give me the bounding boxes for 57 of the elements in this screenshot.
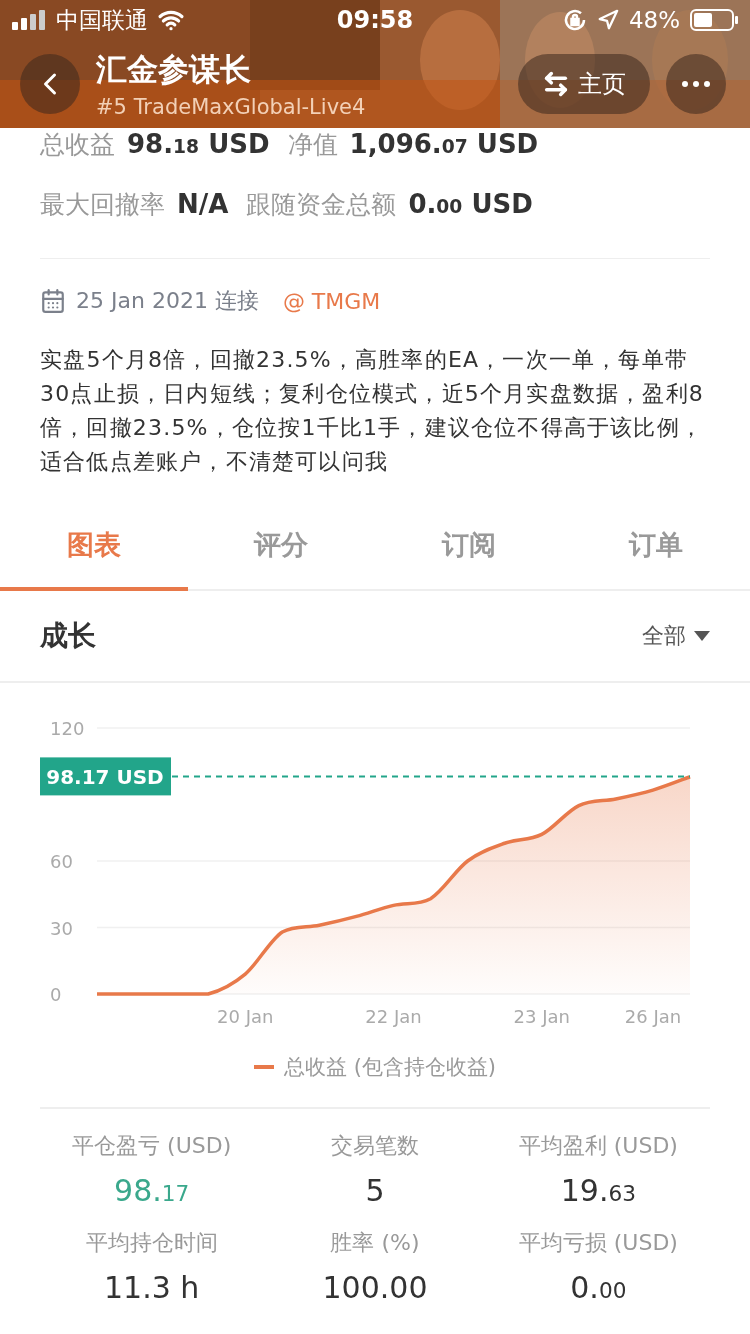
stat-value: 11.3 h xyxy=(104,1270,200,1305)
axis-label: 26 Jan xyxy=(624,1006,682,1027)
chart-tab[interactable]: 订单 xyxy=(562,503,750,591)
back-button[interactable] xyxy=(20,54,80,114)
more-button[interactable] xyxy=(666,54,726,114)
summary-value: 1,096.07 USD xyxy=(349,129,539,159)
legend-swatch xyxy=(253,1065,274,1069)
axis-label: 30 xyxy=(50,917,73,939)
axis-label: 0 xyxy=(50,984,62,1005)
axis-label: 60 xyxy=(50,851,73,872)
broker-link[interactable]: @ TMGM xyxy=(282,288,381,314)
swap-arrows-icon xyxy=(542,70,570,98)
location-icon xyxy=(596,9,619,31)
stat-label: 胜率 (%) xyxy=(330,1229,420,1257)
legend-label: 总收益 (包含持仓收益) xyxy=(283,1054,497,1081)
range-dropdown[interactable]: 全部 xyxy=(642,621,710,651)
summary-value: N/A xyxy=(177,189,229,219)
summary-label: 总收益 xyxy=(40,129,115,161)
axis-label: 20 Jan xyxy=(217,1006,274,1027)
summary-label: 跟随资金总额 xyxy=(246,189,397,221)
summary-label: 净值 xyxy=(287,129,338,161)
page-title: 汇金参谋长 xyxy=(96,50,252,89)
summary-value: 0.00 USD xyxy=(408,189,533,219)
stat-value: 98.17 xyxy=(114,1173,190,1208)
account-subtitle: #5 TradeMaxGlobal-Live4 xyxy=(96,95,367,119)
status-time: 09:58 xyxy=(335,6,415,34)
stat-label: 交易笔数 xyxy=(331,1132,419,1160)
stat-label: 平仓盈亏 (USD) xyxy=(72,1132,232,1160)
stat-label: 平均持仓时间 xyxy=(85,1229,218,1257)
more-icon xyxy=(682,81,710,87)
caret-icon xyxy=(694,631,710,641)
chart-tab[interactable]: 订阅 xyxy=(375,503,563,591)
battery-icon xyxy=(690,9,738,31)
chart-tab[interactable]: 图表 xyxy=(0,503,188,591)
chart-tab[interactable]: 评分 xyxy=(187,503,375,591)
ref-line-label: 98.17 USD xyxy=(46,765,164,790)
stat-value: 19.63 xyxy=(560,1173,636,1208)
reference-line: 98.17 USD xyxy=(40,757,691,796)
signal-icon xyxy=(12,10,46,30)
stat-label: 平均盈利 (USD) xyxy=(518,1132,678,1160)
section-title: 成长 xyxy=(40,618,96,654)
carrier-name: 中国联通 xyxy=(56,5,148,35)
summary-label: 最大回撤率 xyxy=(40,189,165,221)
stat-value: 0.00 xyxy=(570,1270,627,1305)
axis-label: 22 Jan xyxy=(365,1006,422,1027)
stat-label: 平均亏损 (USD) xyxy=(518,1229,678,1257)
stat-value: 5 xyxy=(365,1173,385,1208)
summary-value: 98.18 USD xyxy=(127,129,270,159)
axis-label: 23 Jan xyxy=(513,1006,570,1027)
connect-date: 25 Jan 2021 连接 xyxy=(76,287,259,315)
rotation-lock-icon xyxy=(562,8,587,32)
stat-value: 100.00 xyxy=(322,1270,428,1305)
strategy-description: 实盘5个月8倍，回撤23.5%，高胜率的EA，一次一单，每单带30点止损，日内短线；复利仓位模式，近5个月实盘数据，盈利8倍，回撤23.5%，仓位按1千比1手，建议仓位不得高于该比例，适合低点差账户，不清楚可以问我 xyxy=(40,346,705,476)
battery-percent: 48% xyxy=(628,7,680,33)
home-button[interactable]: 主页 xyxy=(518,54,650,114)
calendar-icon xyxy=(40,288,66,314)
axis-label: 120 xyxy=(50,718,85,739)
